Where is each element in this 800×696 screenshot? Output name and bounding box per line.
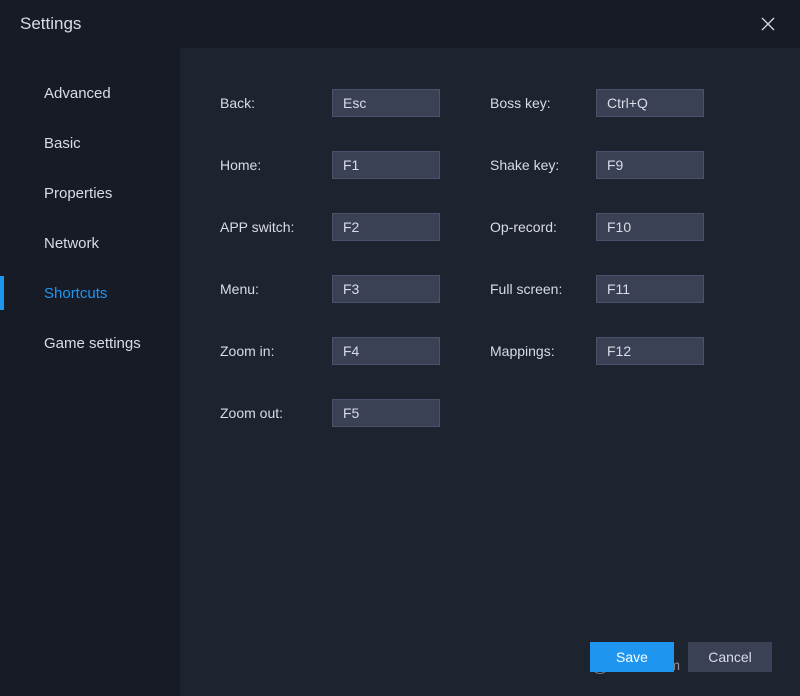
shortcuts-grid: Back: Home: APP switch: Menu: bbox=[220, 88, 780, 428]
sidebar-item-advanced[interactable]: Advanced bbox=[0, 68, 180, 118]
field-label: Mappings: bbox=[490, 343, 596, 359]
close-icon[interactable] bbox=[756, 12, 780, 36]
field-mappings: Mappings: bbox=[490, 336, 704, 366]
shortcut-input-home[interactable] bbox=[332, 151, 440, 179]
shortcut-input-zoom-out[interactable] bbox=[332, 399, 440, 427]
sidebar-item-label: Network bbox=[44, 235, 99, 252]
field-zoom-in: Zoom in: bbox=[220, 336, 440, 366]
field-menu: Menu: bbox=[220, 274, 440, 304]
shortcuts-right-column: Boss key: Shake key: Op-record: Full scr… bbox=[490, 88, 704, 428]
field-label: Op-record: bbox=[490, 219, 596, 235]
sidebar-item-label: Advanced bbox=[44, 85, 111, 102]
field-label: APP switch: bbox=[220, 219, 332, 235]
shortcut-input-app-switch[interactable] bbox=[332, 213, 440, 241]
field-op-record: Op-record: bbox=[490, 212, 704, 242]
window-body: Advanced Basic Properties Network Shortc… bbox=[0, 48, 800, 696]
field-boss-key: Boss key: bbox=[490, 88, 704, 118]
footer-buttons: Save Cancel bbox=[590, 642, 772, 672]
sidebar: Advanced Basic Properties Network Shortc… bbox=[0, 48, 180, 696]
titlebar: Settings bbox=[0, 0, 800, 48]
cancel-button[interactable]: Cancel bbox=[688, 642, 772, 672]
field-home: Home: bbox=[220, 150, 440, 180]
shortcut-input-zoom-in[interactable] bbox=[332, 337, 440, 365]
field-label: Boss key: bbox=[490, 95, 596, 111]
sidebar-item-network[interactable]: Network bbox=[0, 218, 180, 268]
field-label: Zoom in: bbox=[220, 343, 332, 359]
sidebar-item-label: Properties bbox=[44, 185, 112, 202]
sidebar-item-shortcuts[interactable]: Shortcuts bbox=[0, 268, 180, 318]
field-app-switch: APP switch: bbox=[220, 212, 440, 242]
save-button[interactable]: Save bbox=[590, 642, 674, 672]
shortcut-input-full-screen[interactable] bbox=[596, 275, 704, 303]
shortcut-input-back[interactable] bbox=[332, 89, 440, 117]
field-label: Shake key: bbox=[490, 157, 596, 173]
settings-window: Settings Advanced Basic Properties Netwo… bbox=[0, 0, 800, 696]
shortcut-input-mappings[interactable] bbox=[596, 337, 704, 365]
field-back: Back: bbox=[220, 88, 440, 118]
shortcut-input-shake-key[interactable] bbox=[596, 151, 704, 179]
field-label: Back: bbox=[220, 95, 332, 111]
field-label: Home: bbox=[220, 157, 332, 173]
field-shake-key: Shake key: bbox=[490, 150, 704, 180]
window-title: Settings bbox=[20, 14, 81, 34]
main-panel: Back: Home: APP switch: Menu: bbox=[180, 48, 800, 696]
field-zoom-out: Zoom out: bbox=[220, 398, 440, 428]
sidebar-item-basic[interactable]: Basic bbox=[0, 118, 180, 168]
sidebar-item-game-settings[interactable]: Game settings bbox=[0, 318, 180, 368]
field-full-screen: Full screen: bbox=[490, 274, 704, 304]
shortcut-input-op-record[interactable] bbox=[596, 213, 704, 241]
shortcut-input-boss-key[interactable] bbox=[596, 89, 704, 117]
field-label: Zoom out: bbox=[220, 405, 332, 421]
sidebar-item-label: Game settings bbox=[44, 335, 141, 352]
shortcuts-left-column: Back: Home: APP switch: Menu: bbox=[220, 88, 440, 428]
sidebar-item-label: Basic bbox=[44, 135, 81, 152]
shortcut-input-menu[interactable] bbox=[332, 275, 440, 303]
sidebar-item-label: Shortcuts bbox=[44, 285, 107, 302]
sidebar-item-properties[interactable]: Properties bbox=[0, 168, 180, 218]
field-label: Full screen: bbox=[490, 281, 596, 297]
field-label: Menu: bbox=[220, 281, 332, 297]
